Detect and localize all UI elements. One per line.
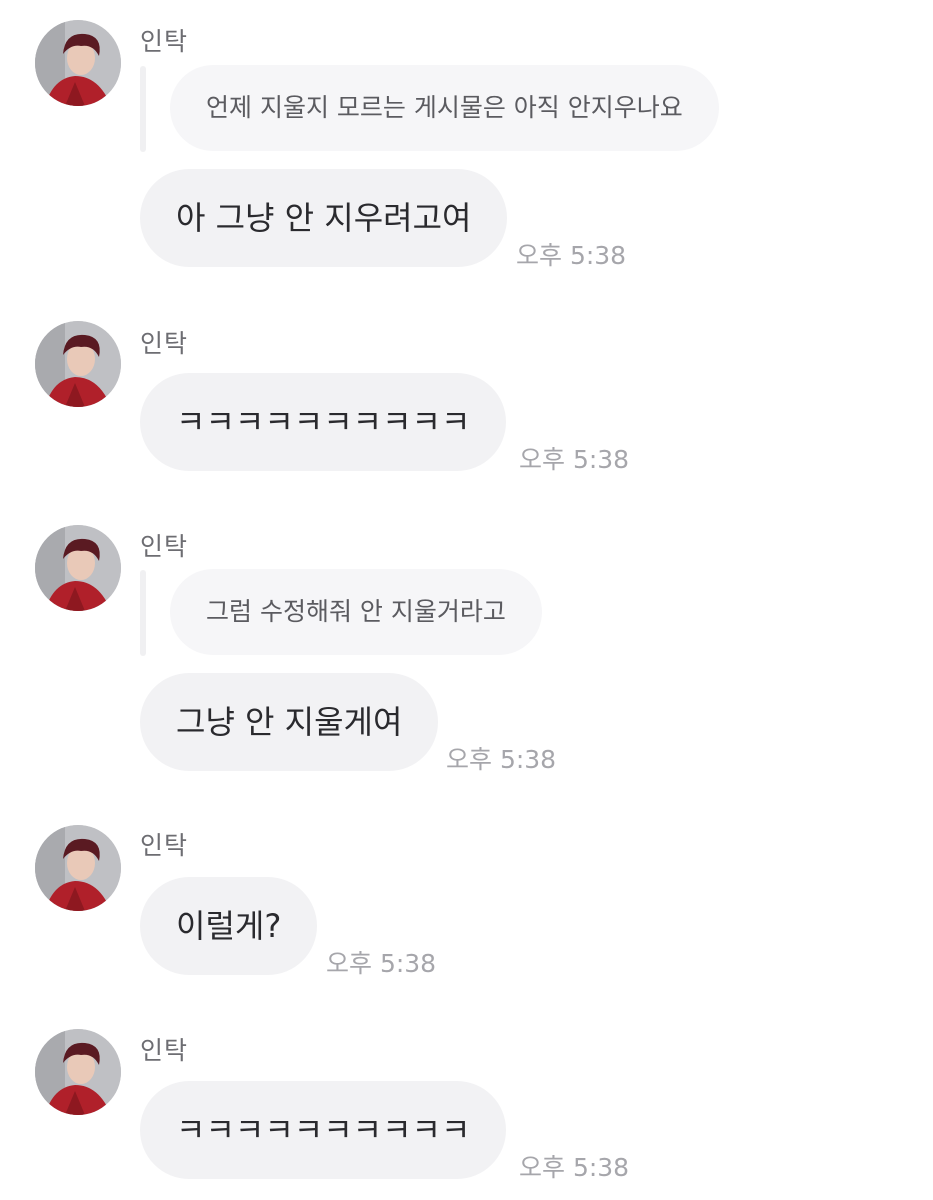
quoted-message[interactable]: 그럼 수정해줘 안 지울거라고 <box>170 569 542 655</box>
message-bubble[interactable]: 아 그냥 안 지우려고여 <box>140 169 508 267</box>
avatar[interactable] <box>35 321 121 407</box>
avatar[interactable] <box>35 1029 121 1115</box>
message-time: 오후 5:38 <box>326 949 437 978</box>
sender-name: 인탁 <box>140 27 189 56</box>
quote-bar <box>140 570 146 656</box>
avatar[interactable] <box>35 20 121 106</box>
quote-bar <box>140 66 146 152</box>
sender-name: 인탁 <box>140 532 189 561</box>
message-bubble[interactable]: 그냥 안 지울게여 <box>140 673 439 771</box>
avatar[interactable] <box>35 525 121 611</box>
message-bubble[interactable]: ㅋㅋㅋㅋㅋㅋㅋㅋㅋㅋ <box>140 373 507 471</box>
message-time: 오후 5:38 <box>519 1153 630 1182</box>
message-bubble[interactable]: 이럴게? <box>140 877 318 975</box>
sender-name: 인탁 <box>140 329 189 358</box>
message-time: 오후 5:38 <box>446 745 557 774</box>
message-time: 오후 5:38 <box>516 241 627 270</box>
sender-name: 인탁 <box>140 1036 189 1065</box>
avatar[interactable] <box>35 825 121 911</box>
message-bubble[interactable]: ㅋㅋㅋㅋㅋㅋㅋㅋㅋㅋ <box>140 1081 507 1179</box>
message-time: 오후 5:38 <box>519 445 630 474</box>
quoted-message[interactable]: 언제 지울지 모르는 게시물은 아직 안지우나요 <box>170 65 719 151</box>
sender-name: 인탁 <box>140 831 189 860</box>
